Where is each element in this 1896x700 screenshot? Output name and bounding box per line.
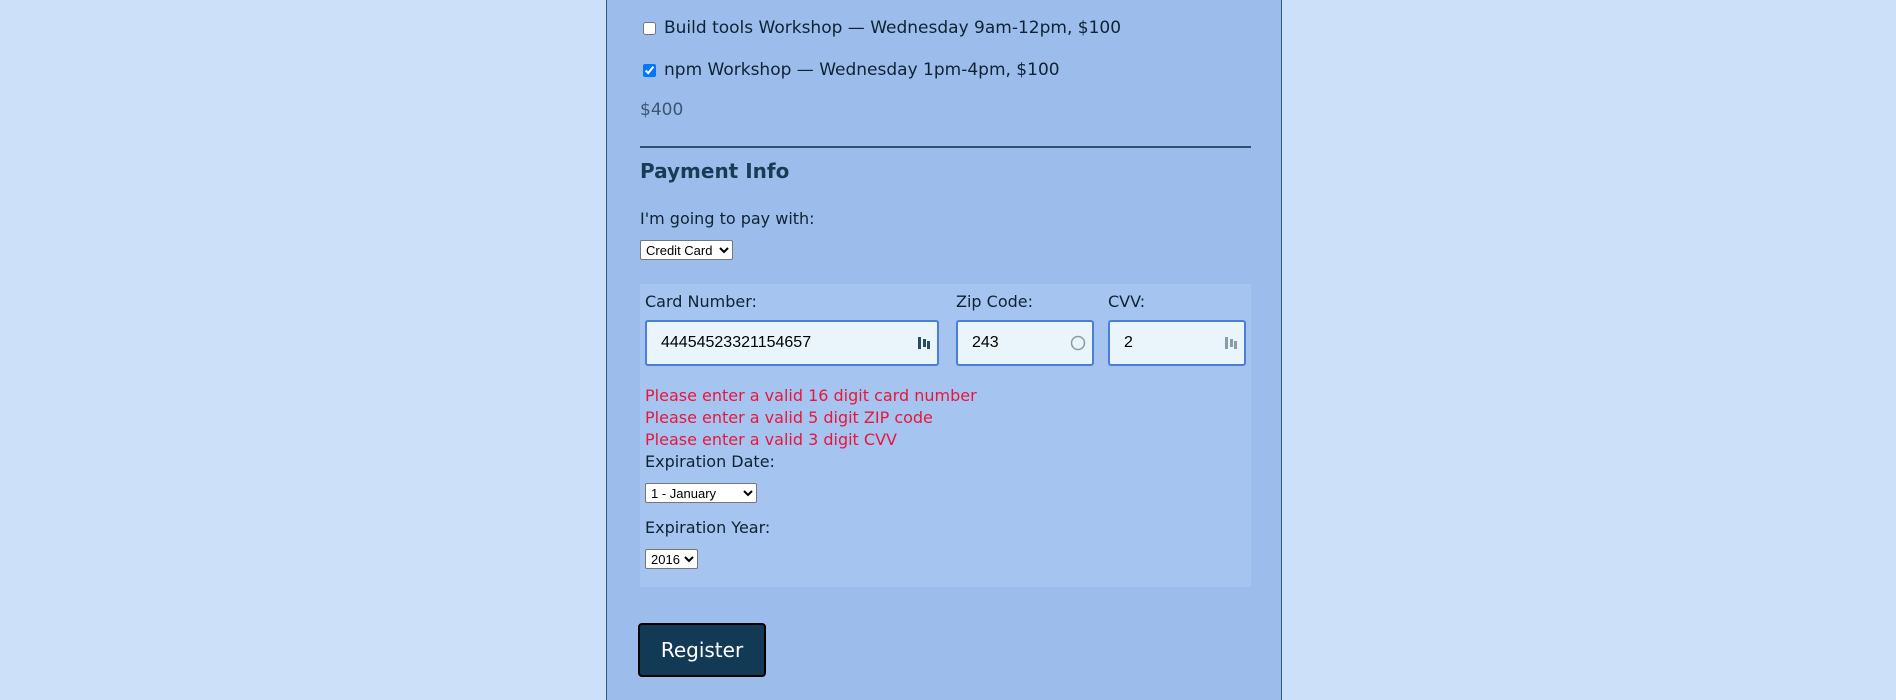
- cvv-input[interactable]: 2: [1108, 320, 1246, 366]
- payment-section-title: Payment Info: [640, 159, 790, 183]
- password-manager-icon[interactable]: [1224, 335, 1238, 351]
- loading-spinner-icon: [1070, 335, 1086, 351]
- payment-method-label: I'm going to pay with:: [640, 209, 815, 228]
- credit-card-section: Card Number: Zip Code: CVV: 444545233211…: [640, 284, 1251, 587]
- card-number-label: Card Number:: [645, 292, 757, 311]
- activities-total: $400: [640, 100, 684, 120]
- card-number-input[interactable]: 44454523321154657: [645, 320, 939, 366]
- card-number-error: Please enter a valid 16 digit card numbe…: [645, 386, 977, 405]
- build-tools-checkbox[interactable]: [643, 21, 656, 35]
- section-divider: [640, 146, 1251, 148]
- expiration-date-label: Expiration Date:: [645, 452, 775, 471]
- password-manager-icon[interactable]: [917, 335, 931, 351]
- registration-form: Build tools Workshop — Wednesday 9am-12p…: [606, 0, 1282, 700]
- expiration-year-label: Expiration Year:: [645, 518, 771, 537]
- zip-code-error: Please enter a valid 5 digit ZIP code: [645, 408, 933, 427]
- register-button[interactable]: Register: [638, 623, 766, 677]
- activity-npm[interactable]: npm Workshop — Wednesday 1pm-4pm, $100: [643, 60, 1060, 80]
- activity-build-tools[interactable]: Build tools Workshop — Wednesday 9am-12p…: [643, 18, 1121, 38]
- expiration-month-select[interactable]: 1 - January: [645, 483, 757, 503]
- activity-label: npm Workshop — Wednesday 1pm-4pm, $100: [664, 60, 1060, 80]
- cvv-label: CVV:: [1108, 292, 1146, 311]
- expiration-year-select[interactable]: 2016: [645, 549, 698, 569]
- zip-code-label: Zip Code:: [956, 292, 1033, 311]
- npm-checkbox[interactable]: [643, 63, 656, 77]
- zip-code-input[interactable]: 243: [956, 320, 1094, 366]
- zip-code-value: 243: [972, 334, 999, 351]
- cvv-error: Please enter a valid 3 digit CVV: [645, 430, 897, 449]
- card-number-value: 44454523321154657: [661, 334, 812, 351]
- activity-label: Build tools Workshop — Wednesday 9am-12p…: [664, 18, 1122, 38]
- cvv-value: 2: [1124, 334, 1133, 351]
- payment-method-select[interactable]: Credit Card: [640, 240, 733, 260]
